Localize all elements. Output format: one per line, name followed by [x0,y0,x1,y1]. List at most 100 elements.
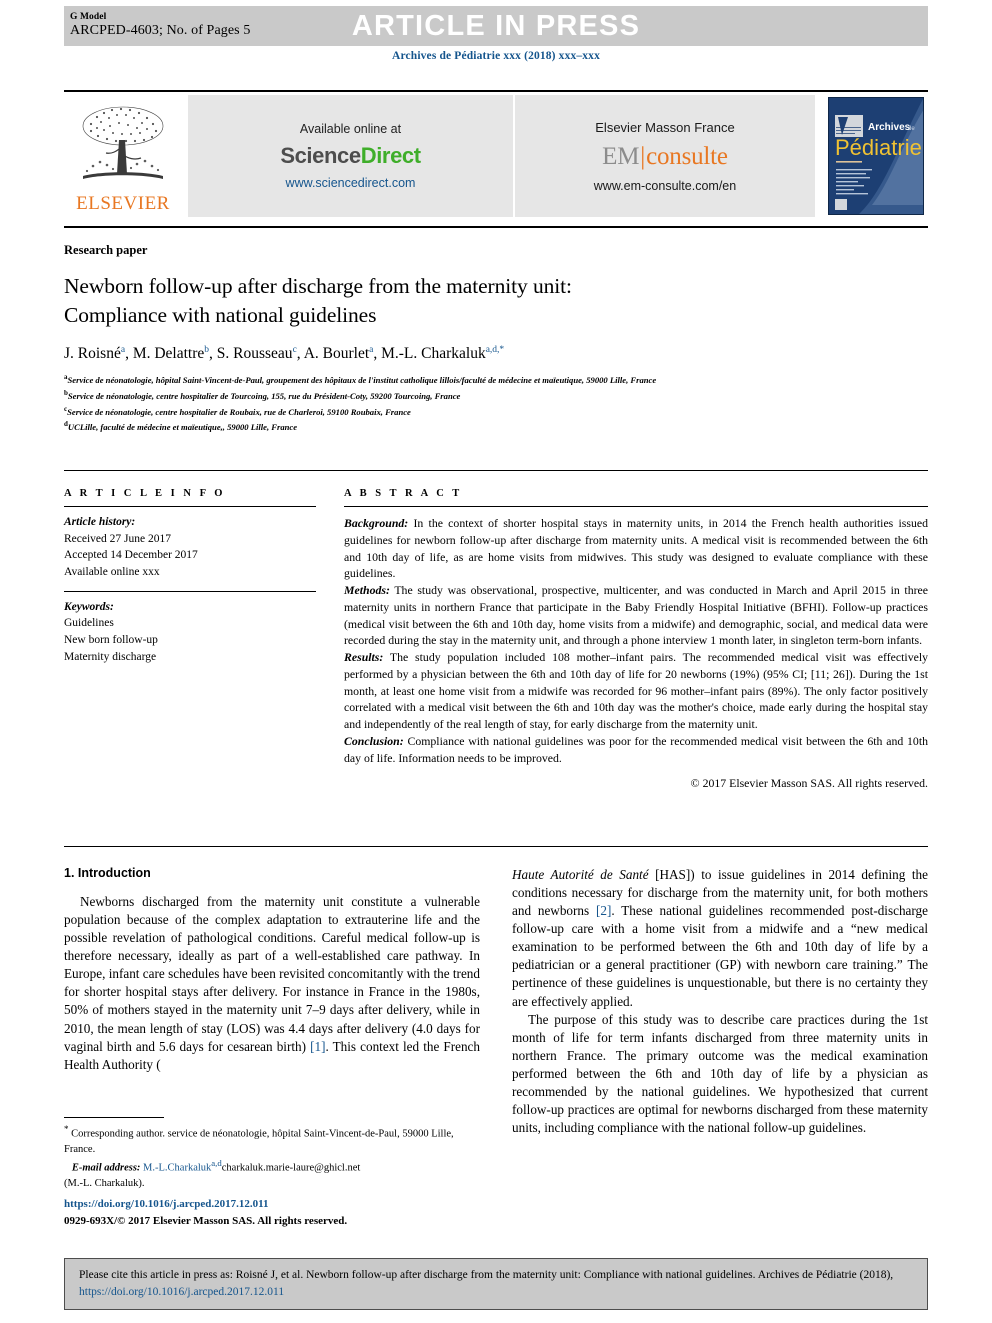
sciencedirect-logo: ScienceDirect [280,143,421,169]
abstract-label-conclusion: Conclusion: [344,733,404,748]
doi-link[interactable]: https://doi.org/10.1016/j.arcped.2017.12… [64,1196,480,1213]
masthead-bottom-rule [64,226,928,228]
footnote-rule [64,1117,164,1118]
keywords-label: Keywords: [64,600,114,613]
svg-text:de: de [908,126,915,132]
sciencedirect-logo-science: Science [280,143,361,168]
em-consulte-panel: Elsevier Masson France EM | consulte www.e… [515,95,815,217]
body-section-top-rule [64,846,928,847]
author-item[interactable]: M. Delattreb [133,345,209,362]
email-address-link[interactable]: M.-L.Charkaluk [143,1162,211,1173]
abstract-section-top-rule [64,470,928,471]
abstract-text-results: The study population included 108 mother… [344,650,928,731]
abstract-column: A B S T R A C T Background: In the conte… [344,488,928,791]
title-line-1: Newborn follow-up after discharge from t… [64,274,572,298]
affiliation-item: cService de néonatologie, centre hospita… [64,404,894,420]
issn-copyright-line: 0929-693X/© 2017 Elsevier Masson SAS. Al… [64,1214,348,1227]
author-item[interactable]: J. Roisnéa [64,345,125,362]
sciencedirect-panel: Available online at ScienceDirect www.sc… [188,95,513,217]
citation-ref-2[interactable]: [2] [596,903,611,918]
keyword-item: Maternity discharge [64,650,157,663]
introduction-heading: 1. Introduction [64,866,151,880]
abstract-label-background: Background: [344,516,409,530]
footnote-block: * Corresponding author. service de néona… [64,1117,480,1191]
body-column-right: Haute Autorité de Santé [HAS]) to issue … [512,866,928,1137]
corresponding-author-note: * Corresponding author. service de néona… [64,1123,480,1157]
abstract-text-background: In the context of shorter hospital stays… [344,516,928,581]
sciencedirect-url-link[interactable]: www.sciencedirect.com [286,176,416,190]
em-consulte-logo-em: EM [602,142,640,170]
svg-text:Archives: Archives [868,122,911,133]
intro-para-1-text-a: Newborns discharged from the maternity u… [64,894,480,1054]
email-address-label: E-mail address: [71,1162,141,1174]
article-info-column: A R T I C L E I N F O Article history: R… [64,488,316,665]
author-affil-marker: b [204,345,210,355]
article-doctype: Research paper [64,243,148,257]
article-history-item: Available online xxx [64,566,160,579]
keywords-block: Keywords: Guidelines New born follow-up … [64,592,316,666]
please-cite-box: Please cite this article in press as: Ro… [64,1258,928,1310]
affiliation-text: Service de néonatologie, hôpital Saint-V… [67,374,657,385]
em-consulte-logo-consulte: consulte [646,142,728,170]
elsevier-wordmark: ELSEVIER [76,193,170,214]
em-consulte-url-link[interactable]: www.em-consulte.com/en [594,179,736,193]
author-affil-marker: a [120,345,126,355]
affiliation-item: dUCLille, faculté de médecine et maïeuti… [64,419,894,435]
author-affil-marker: a [369,345,374,355]
author-item[interactable]: A. Bourleta [304,345,374,362]
intro-para-2: The purpose of this study was to describ… [512,1011,928,1136]
journal-citation-line: Archives de Pédiatrie xxx (2018) xxx–xxx [392,50,600,62]
page-title: Newborn follow-up after discharge from t… [64,272,824,329]
abstract-paragraph-background: Background: In the context of shorter ho… [344,515,928,582]
title-line-2: Compliance with national guidelines [64,302,377,327]
author-name: S. Rousseau [216,345,293,363]
author-name: J. Roisné [64,345,121,363]
intro-para-1-cont: Haute Autorité de Santé [HAS]) to issue … [512,866,928,1011]
article-in-press-text: ARTICLE IN PRESS [351,9,641,42]
author-name: M.-L. Charkaluk [381,345,486,363]
elsevier-logo: ELSEVIER [64,95,182,217]
intro-para-1: Newborns discharged from the maternity u… [64,893,480,1074]
citation-ref-1[interactable]: [1] [310,1039,325,1054]
article-history-label: Article history: [64,516,136,528]
article-in-press-banner: G Model ARCPED-4603; No. of Pages 5 ARTI… [64,6,928,46]
affiliation-text: Service de néonatologie, centre hospital… [67,406,411,417]
affiliation-text: UCLille, faculté de médecine et maïeutiq… [67,422,298,433]
elsevier-masson-france-label: Elsevier Masson France [595,119,735,135]
abstract-heading: A B S T R A C T [344,488,463,499]
email-note: E-mail address: M.-L.Charkaluka,dcharkal… [64,1157,480,1176]
doi-block: https://doi.org/10.1016/j.arcped.2017.12… [64,1196,480,1229]
abstract-text-methods: The study was observational, prospective… [344,583,928,648]
author-name: M. Delattre [132,345,205,363]
body-column-left: 1. Introduction Newborns discharged from… [64,866,480,1074]
available-online-label: Available online at [299,122,402,136]
author-item[interactable]: M.-L. Charkaluka,d,* [381,345,504,362]
journal-masthead: ELSEVIER Available online at ScienceDire… [64,95,928,217]
author-affil-marker: c [292,345,297,355]
please-cite-doi-link[interactable]: https://doi.org/10.1016/j.arcped.2017.12… [79,1286,284,1298]
please-cite-text: Please cite this article in press as: Ro… [79,1268,894,1281]
em-consulte-logo-bar: | [640,142,646,170]
keyword-item: Guidelines [64,617,114,630]
sciencedirect-logo-direct: Direct [360,143,421,168]
abstract-body: Background: In the context of shorter ho… [344,507,928,766]
intro-has-italic: Haute Autorité de Santé [512,867,649,882]
email-owner: (M.-L. Charkaluk). [64,1177,145,1189]
introduction-paragraph-1-right: Haute Autorité de Santé [HAS]) to issue … [512,866,928,1137]
article-history-block: Article history: Received 27 June 2017 A… [64,507,316,581]
email-affil-marker: a,d [211,1157,222,1168]
author-name: A. Bourlet [303,345,370,363]
em-consulte-logo: EM | consulte [602,143,728,171]
article-history-item: Received 27 June 2017 [64,532,171,545]
author-item[interactable]: S. Rousseauc [217,345,297,362]
corresponding-author-text: Corresponding author. service de néonato… [64,1128,454,1155]
author-list: J. Roisnéa, M. Delattreb, S. Rousseauc, … [64,345,505,363]
article-history-item: Accepted 14 December 2017 [64,549,198,562]
affiliation-text: Service de néonatologie, centre hospital… [67,390,461,401]
affiliation-list: aService de néonatologie, hôpital Saint-… [64,372,894,435]
journal-cover-thumbnail: Archives de Pédiatrie [823,95,928,217]
email-address-rest: charkaluk.marie-laure@ghicl.net [221,1162,361,1174]
elsevier-tree-icon [82,106,164,179]
abstract-paragraph-conclusion: Conclusion: Compliance with national gui… [344,733,928,767]
abstract-label-results: Results: [344,650,384,664]
